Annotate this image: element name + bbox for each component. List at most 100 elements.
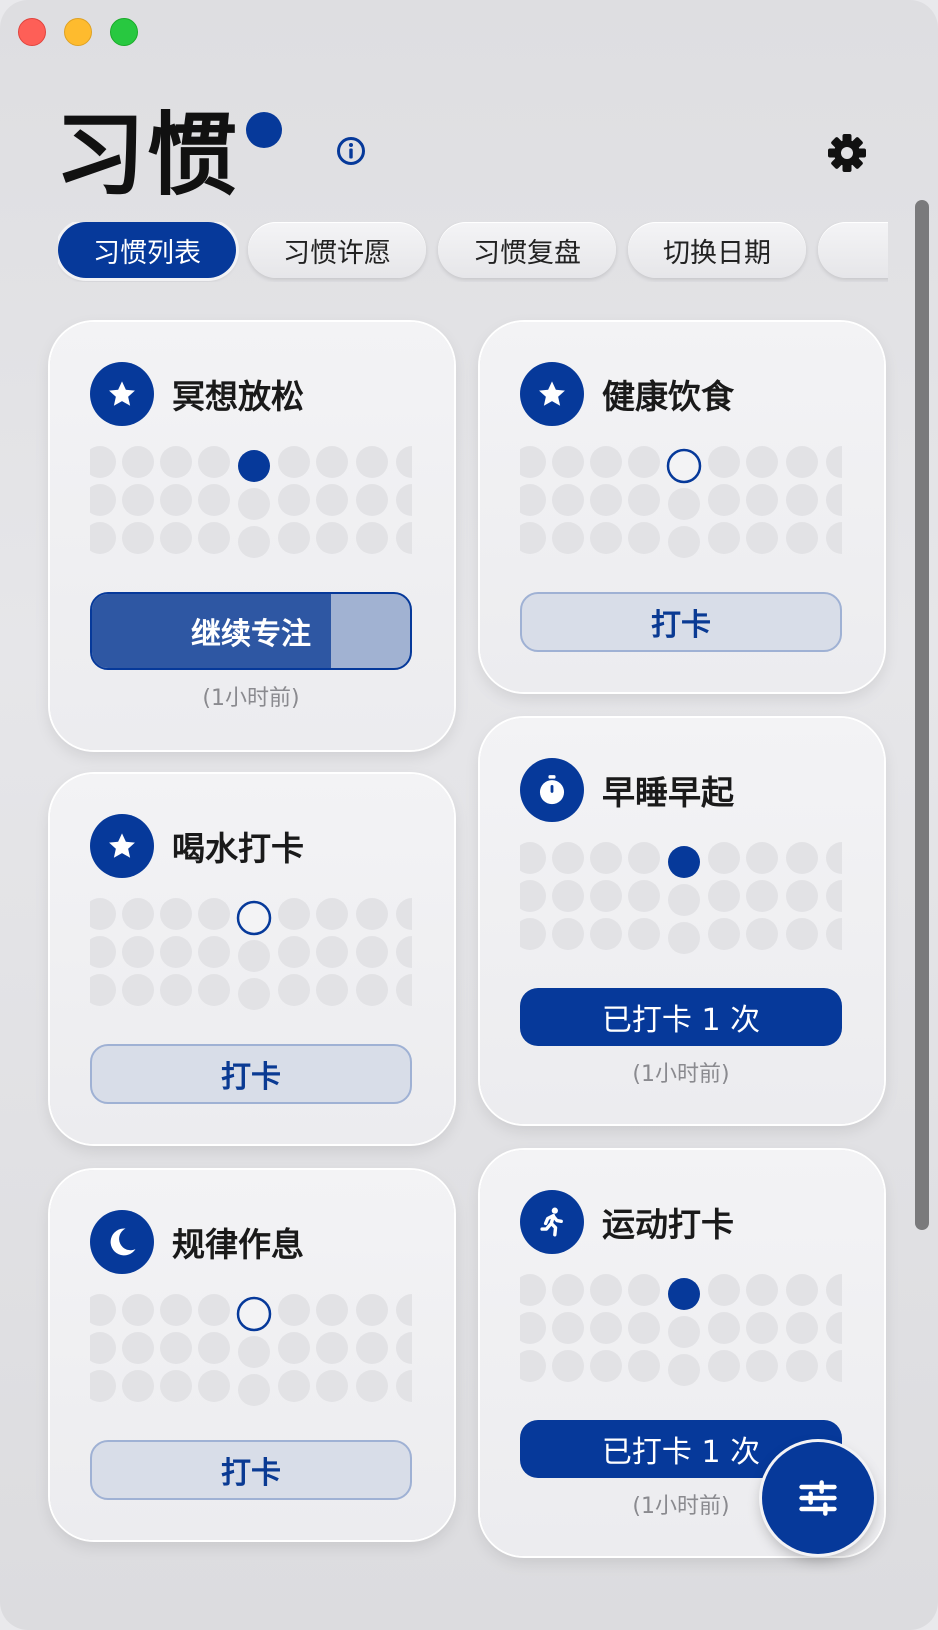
history-dot [628,522,660,554]
history-dot [160,522,192,554]
tab-habit-wish[interactable]: 习惯许愿 [248,222,426,278]
history-dot [198,936,230,968]
history-dot [708,880,740,912]
today-dot[interactable] [668,846,700,878]
history-dot [122,1370,154,1402]
history-dot [668,526,700,558]
history-dot [520,446,546,478]
history-dot [356,936,388,968]
history-dot [356,898,388,930]
history-dot [590,446,622,478]
close-window-button[interactable] [18,18,46,46]
window-controls [18,18,138,46]
today-dot[interactable] [666,448,702,484]
history-dot [786,1274,818,1306]
history-dot [238,1336,270,1368]
continue-focus-button[interactable]: 继续专注 [90,592,412,670]
history-dot [746,484,778,516]
running-icon [520,1190,584,1254]
button-label: 继续专注 [191,617,311,652]
history-dot [668,884,700,916]
checkin-button[interactable]: 打卡 [90,1044,412,1104]
history-dot [198,1370,230,1402]
history-dot [708,522,740,554]
history-dot [160,898,192,930]
history-dot [238,1374,270,1406]
habit-card[interactable]: 冥想放松 继续专注 (1小时前) [50,322,454,750]
info-icon[interactable] [336,136,366,166]
history-dot [160,446,192,478]
history-dot [90,898,116,930]
checkin-button[interactable]: 打卡 [90,1440,412,1500]
history-dot [628,1350,660,1382]
history-dot [520,880,546,912]
history-dot [552,842,584,874]
history-dot [590,484,622,516]
tab-switch-date[interactable]: 切换日期 [628,222,806,278]
checkin-button[interactable]: 打卡 [520,592,842,652]
history-dot [160,936,192,968]
gear-icon[interactable] [826,132,868,174]
history-dot [520,1350,546,1382]
habit-history-grid [520,446,842,558]
history-dot [198,898,230,930]
scrollbar[interactable] [915,200,929,1230]
history-dot [746,522,778,554]
habit-card[interactable]: 喝水打卡 打卡 [50,774,454,1144]
app-window: 习惯 习惯列表 习惯许愿 习惯复盘 切换日期 设 冥想放松 [0,0,938,1630]
habit-name: 喝水打卡 [172,829,304,868]
history-dot [628,842,660,874]
history-dot [122,446,154,478]
history-dot [786,1350,818,1382]
history-dot [198,1332,230,1364]
habit-card[interactable]: 健康饮食 打卡 [480,322,884,692]
history-dot [238,978,270,1010]
history-dot [90,446,116,478]
tab-habit-list[interactable]: 习惯列表 [58,222,236,278]
history-dot [90,1294,116,1326]
tab-habit-review[interactable]: 习惯复盘 [438,222,616,278]
habit-history-grid [90,898,412,1010]
history-dot [552,484,584,516]
today-dot[interactable] [236,900,272,936]
history-dot [396,974,412,1006]
today-dot[interactable] [236,1296,272,1332]
habit-name: 早睡早起 [602,773,734,812]
history-dot [708,1312,740,1344]
history-dot [160,1370,192,1402]
zoom-window-button[interactable] [110,18,138,46]
habit-card[interactable]: 早睡早起 已打卡 1 次 (1小时前) [480,718,884,1124]
minimize-window-button[interactable] [64,18,92,46]
history-dot [238,488,270,520]
history-dot [708,1274,740,1306]
history-dot [396,484,412,516]
history-dot [122,484,154,516]
habit-card[interactable]: 规律作息 打卡 [50,1170,454,1540]
today-dot[interactable] [238,450,270,482]
history-dot [160,1332,192,1364]
page-title: 习惯 [55,103,239,208]
history-dot [590,880,622,912]
tab-settings[interactable]: 设 [818,222,888,278]
today-dot[interactable] [668,1278,700,1310]
history-dot [122,1294,154,1326]
history-dot [90,1370,116,1402]
checked-in-button[interactable]: 已打卡 1 次 [520,988,842,1046]
history-dot [826,918,842,950]
history-dot [278,974,310,1006]
history-dot [316,1332,348,1364]
history-dot [396,446,412,478]
history-dot [628,446,660,478]
stopwatch-icon [520,758,584,822]
history-dot [316,484,348,516]
history-dot [708,1350,740,1382]
history-dot [278,1370,310,1402]
history-dot [122,1332,154,1364]
history-dot [90,522,116,554]
history-dot [396,1370,412,1402]
title-status-dot [246,112,282,148]
history-dot [552,446,584,478]
filter-fab-button[interactable] [762,1442,874,1554]
history-dot [356,974,388,1006]
history-dot [238,940,270,972]
